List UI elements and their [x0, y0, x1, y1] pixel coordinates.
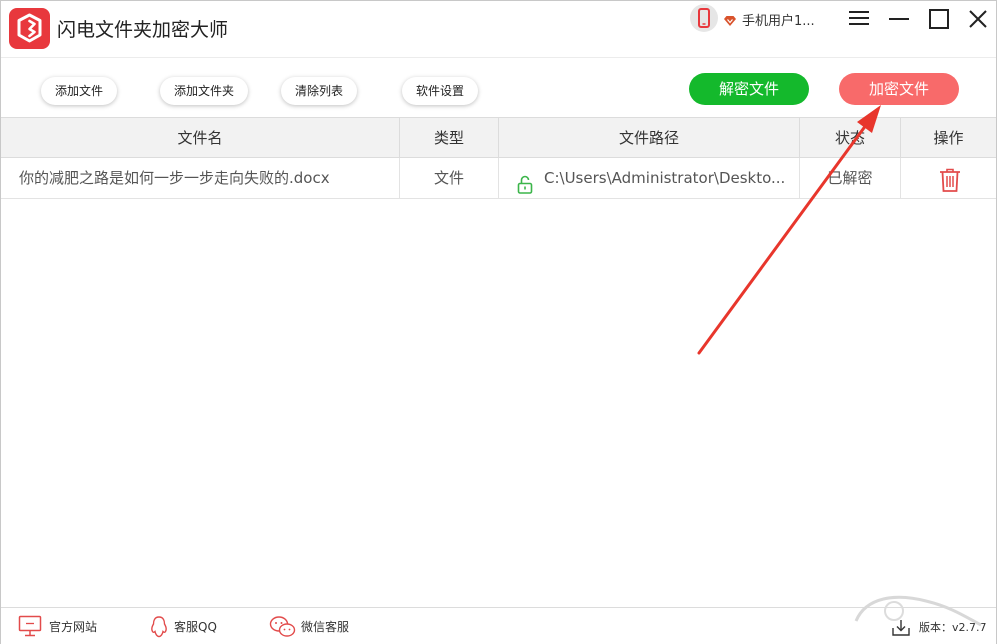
qq-penguin-icon	[151, 616, 167, 638]
settings-button[interactable]: 软件设置	[402, 77, 479, 105]
phone-icon[interactable]	[690, 4, 718, 32]
official-website-label: 官方网站	[49, 620, 98, 634]
wechat-service-label: 微信客服	[301, 620, 350, 634]
app-title: 闪电文件夹加密大师	[57, 19, 229, 41]
header-status[interactable]: 状态	[800, 118, 901, 158]
header-type[interactable]: 类型	[400, 118, 499, 158]
monitor-icon	[18, 615, 42, 637]
menu-icon[interactable]	[846, 6, 872, 32]
cell-status: 已解密	[800, 158, 901, 198]
shield-logo-icon	[9, 8, 50, 49]
cell-action	[901, 158, 996, 198]
wechat-service-link[interactable]: 微信客服	[269, 614, 359, 640]
download-icon[interactable]	[892, 619, 910, 636]
trash-icon[interactable]	[939, 167, 961, 192]
header-action: 操作	[933, 129, 964, 147]
cell-type: 文件	[400, 158, 499, 198]
unlock-icon	[517, 169, 533, 194]
version-label: 版本：v2.7.7	[919, 621, 987, 634]
cell-path: C:\Users\Administrator\Deskto...	[499, 158, 800, 198]
header-filename[interactable]: 文件名	[1, 118, 400, 158]
add-file-button[interactable]: 添加文件	[41, 77, 118, 105]
table-row[interactable]: 你的减肥之路是如何一步一步走向失败的.docx 文件 C:\Users\Admi…	[1, 158, 996, 199]
title-bar: 闪电文件夹加密大师 手机用户1...	[1, 1, 996, 57]
minimize-icon[interactable]	[886, 6, 912, 32]
customer-qq-link[interactable]: 客服QQ	[149, 614, 229, 640]
customer-qq-label: 客服QQ	[174, 620, 217, 634]
header-path[interactable]: 文件路径	[499, 118, 800, 158]
cell-filename: 你的减肥之路是如何一步一步走向失败的.docx	[1, 158, 400, 198]
path-text: C:\Users\Administrator\Deskto...	[544, 169, 786, 187]
official-website-link[interactable]: 官方网站	[18, 614, 108, 640]
add-folder-button[interactable]: 添加文件夹	[160, 77, 249, 105]
table-header: 文件名 类型 文件路径 状态 操作	[1, 117, 996, 158]
vip-diamond-icon	[723, 12, 737, 26]
close-icon[interactable]	[965, 6, 991, 32]
wechat-icon	[269, 616, 296, 637]
toolbar: 添加文件 添加文件夹 清除列表 软件设置 解密文件 加密文件	[1, 57, 996, 117]
status-bar: 官方网站 客服QQ 微信客服 版本：v2.7.7	[1, 607, 996, 644]
app-window: 闪电文件夹加密大师 手机用户1... 添加文件 添加文件夹 清除列表 软件设置 …	[0, 0, 997, 644]
user-name[interactable]: 手机用户1...	[742, 10, 815, 29]
decrypt-file-button[interactable]: 解密文件	[689, 73, 809, 105]
encrypt-file-button[interactable]: 加密文件	[839, 73, 959, 105]
clear-list-button[interactable]: 清除列表	[281, 77, 358, 105]
maximize-icon[interactable]	[926, 6, 952, 32]
